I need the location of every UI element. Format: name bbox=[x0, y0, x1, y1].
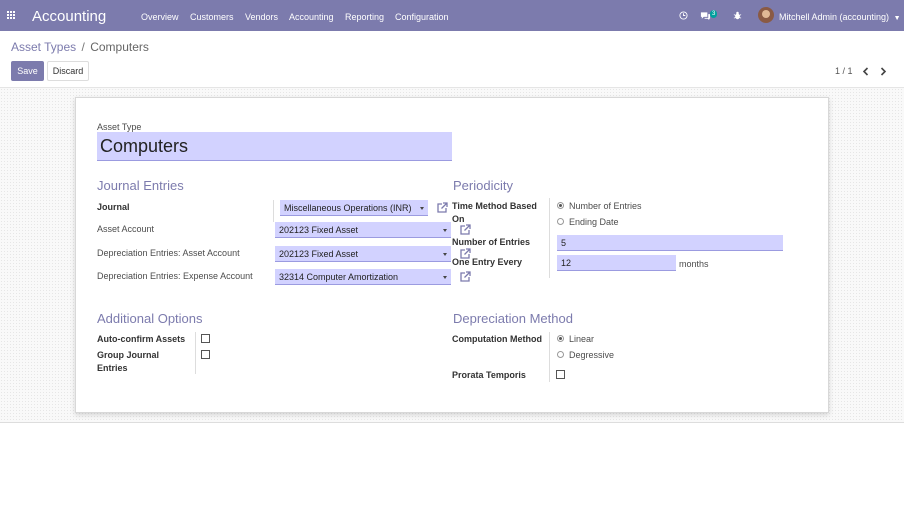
user-menu[interactable]: Mitchell Admin (accounting) ▼ bbox=[779, 12, 901, 22]
dep-expense-account-value: 32314 Computer Amortization bbox=[279, 272, 399, 282]
menu-overview[interactable]: Overview bbox=[141, 12, 179, 22]
menu-vendors[interactable]: Vendors bbox=[245, 12, 278, 22]
auto-confirm-checkbox[interactable] bbox=[201, 334, 210, 343]
app-title[interactable]: Accounting bbox=[32, 8, 106, 25]
user-avatar[interactable] bbox=[758, 7, 774, 23]
time-method-label-cont: On bbox=[452, 214, 465, 224]
time-method-end-date-radio[interactable] bbox=[557, 218, 564, 225]
asset-account-external-link-icon[interactable] bbox=[459, 224, 471, 236]
breadcrumb-current: Computers bbox=[90, 40, 149, 54]
computation-linear-radio[interactable] bbox=[557, 335, 564, 342]
divider bbox=[549, 332, 550, 382]
asset-account-label: Asset Account bbox=[97, 224, 155, 234]
computation-method-label: Computation Method bbox=[452, 334, 542, 344]
group-journal-label-cont: Entries bbox=[97, 363, 128, 373]
journal-entries-title: Journal Entries bbox=[97, 178, 184, 193]
number-of-entries-label: Number of Entries bbox=[452, 237, 531, 247]
number-of-entries-input[interactable]: 5 bbox=[557, 235, 783, 251]
dep-expense-account-label: Depreciation Entries: Expense Account bbox=[97, 271, 253, 281]
computation-linear-label[interactable]: Linear bbox=[569, 334, 594, 344]
dep-expense-account-select[interactable]: 32314 Computer Amortization bbox=[275, 269, 451, 285]
pager-value[interactable]: 1 / 1 bbox=[835, 66, 853, 76]
time-method-end-date-label[interactable]: Ending Date bbox=[569, 217, 619, 227]
journal-label: Journal bbox=[97, 202, 130, 212]
breadcrumb: Asset Types / Computers bbox=[11, 40, 149, 54]
dep-asset-account-select[interactable]: 202123 Fixed Asset bbox=[275, 246, 451, 262]
one-entry-every-input[interactable]: 12 bbox=[557, 255, 676, 271]
pager-next-icon[interactable] bbox=[880, 67, 887, 76]
group-journal-label: Group Journal bbox=[97, 350, 160, 360]
dep-asset-account-value: 202123 Fixed Asset bbox=[279, 249, 359, 259]
discard-button[interactable]: Discard bbox=[47, 61, 89, 81]
additional-options-title: Additional Options bbox=[97, 311, 203, 326]
asset-account-caret-icon bbox=[443, 229, 447, 232]
divider bbox=[549, 198, 550, 278]
journal-external-link-icon[interactable] bbox=[436, 202, 448, 214]
time-method-entries-label[interactable]: Number of Entries bbox=[569, 201, 642, 211]
save-button[interactable]: Save bbox=[11, 61, 44, 81]
time-method-label: Time Method Based bbox=[452, 201, 537, 211]
journal-select[interactable]: Miscellaneous Operations (INR) bbox=[280, 200, 428, 216]
prorata-temporis-checkbox[interactable] bbox=[556, 370, 565, 379]
dep-asset-account-caret-icon bbox=[443, 253, 447, 256]
asset-account-select[interactable]: 202123 Fixed Asset bbox=[275, 222, 451, 238]
asset-type-label: Asset Type bbox=[97, 122, 142, 132]
pager-previous-icon[interactable] bbox=[862, 67, 869, 76]
breadcrumb-separator: / bbox=[81, 40, 85, 54]
user-menu-caret-icon: ▼ bbox=[893, 15, 901, 22]
dep-asset-account-label: Depreciation Entries: Asset Account bbox=[97, 248, 240, 258]
asset-type-input[interactable]: Computers bbox=[97, 132, 452, 161]
divider bbox=[195, 332, 196, 374]
periodicity-title: Periodicity bbox=[453, 178, 513, 193]
depreciation-method-title: Depreciation Method bbox=[453, 311, 573, 326]
divider bbox=[273, 200, 274, 222]
apps-menu-icon[interactable] bbox=[7, 11, 16, 20]
user-name: Mitchell Admin (accounting) bbox=[779, 12, 890, 22]
chat-count-badge: 3 bbox=[710, 10, 718, 18]
time-method-entries-radio[interactable] bbox=[557, 202, 564, 209]
menu-configuration[interactable]: Configuration bbox=[395, 12, 449, 22]
prorata-temporis-label: Prorata Temporis bbox=[452, 370, 526, 380]
asset-account-value: 202123 Fixed Asset bbox=[279, 225, 359, 235]
debug-bug-icon[interactable] bbox=[733, 11, 742, 20]
dep-expense-account-external-link-icon[interactable] bbox=[459, 271, 471, 283]
dep-expense-account-caret-icon bbox=[443, 276, 447, 279]
journal-select-value: Miscellaneous Operations (INR) bbox=[284, 203, 412, 213]
computation-degressive-label[interactable]: Degressive bbox=[569, 350, 614, 360]
computation-degressive-radio[interactable] bbox=[557, 351, 564, 358]
one-entry-every-label: One Entry Every bbox=[452, 257, 523, 267]
top-navbar: Accounting Overview Customers Vendors Ac… bbox=[0, 0, 904, 31]
auto-confirm-label: Auto-confirm Assets bbox=[97, 334, 186, 344]
activity-clock-icon[interactable] bbox=[679, 11, 688, 20]
journal-dropdown-caret-icon bbox=[420, 207, 424, 210]
menu-reporting[interactable]: Reporting bbox=[345, 12, 384, 22]
group-journal-checkbox[interactable] bbox=[201, 350, 210, 359]
menu-accounting[interactable]: Accounting bbox=[289, 12, 334, 22]
menu-customers[interactable]: Customers bbox=[190, 12, 234, 22]
breadcrumb-parent-link[interactable]: Asset Types bbox=[11, 40, 76, 54]
months-unit-label: months bbox=[679, 259, 709, 269]
